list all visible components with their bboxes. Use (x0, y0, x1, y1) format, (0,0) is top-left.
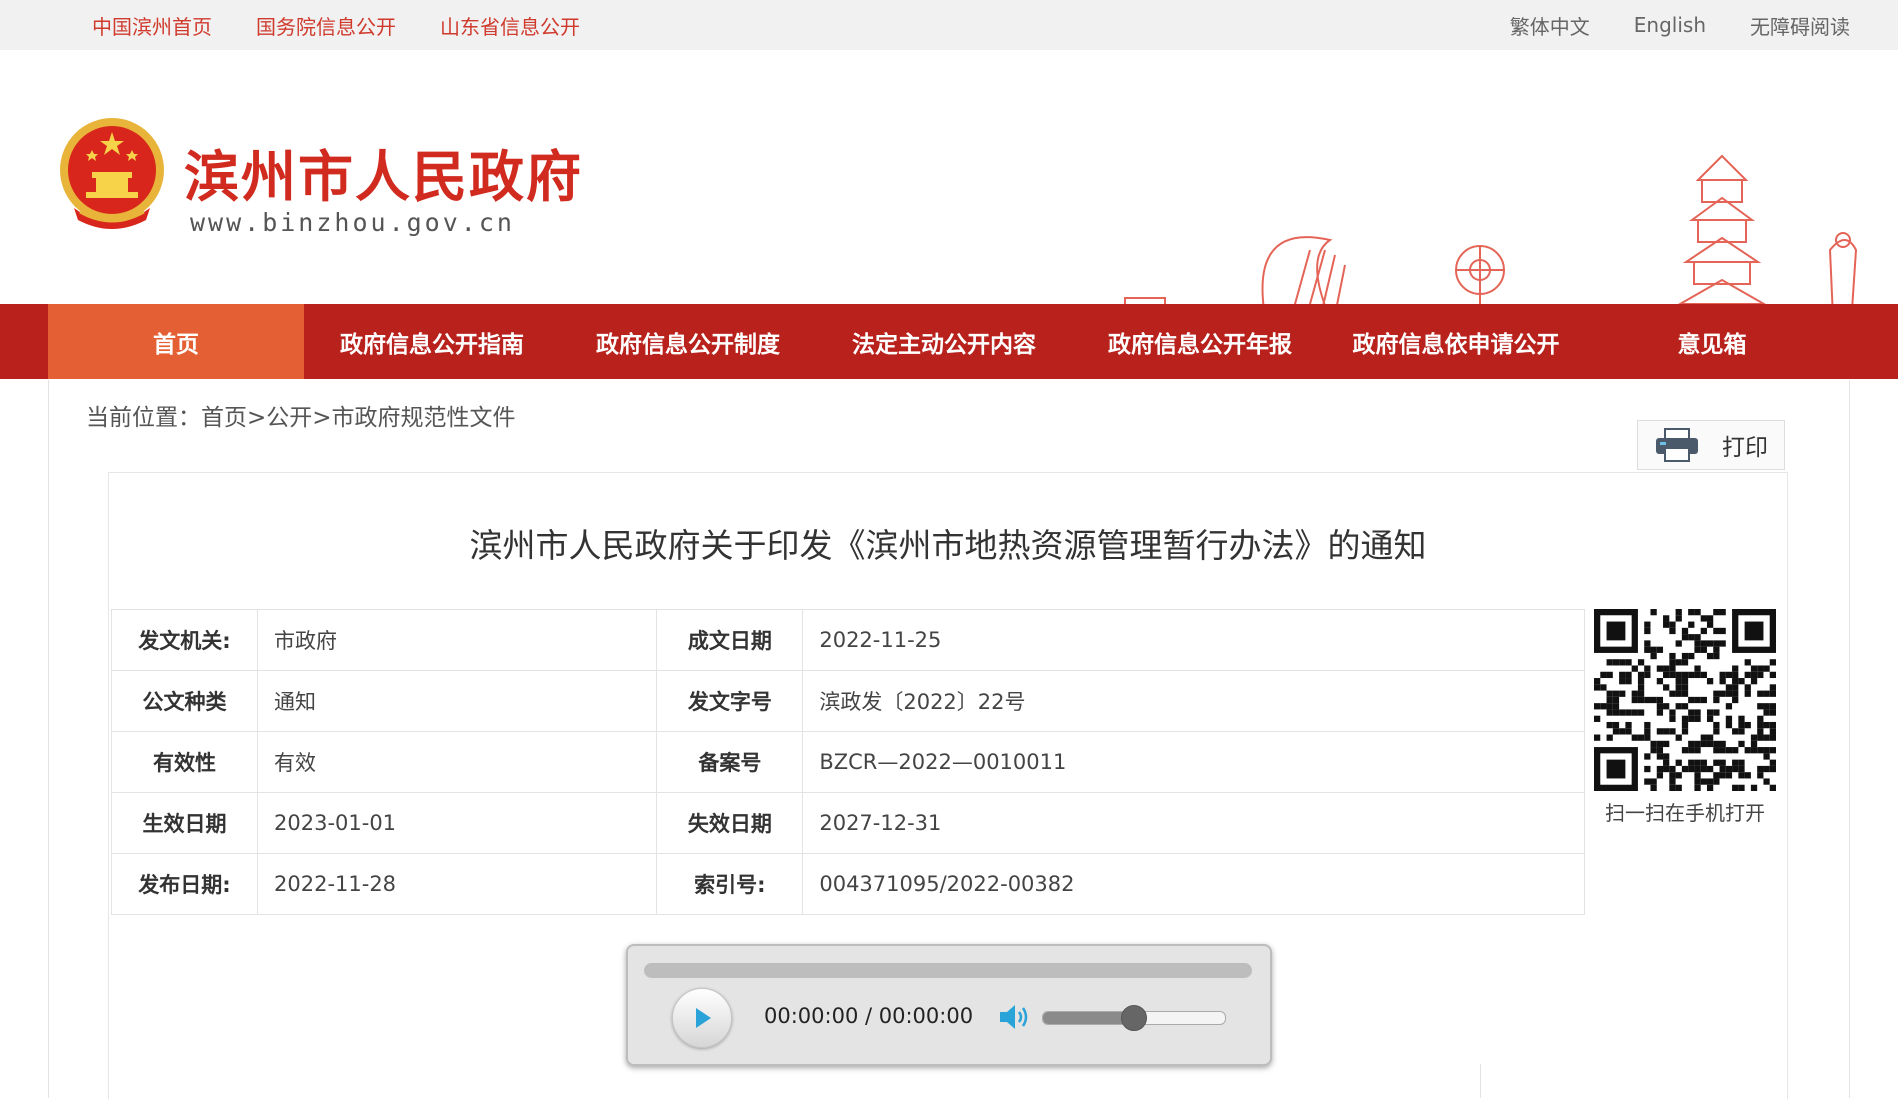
top-right-links: 繁体中文 English 无障碍阅读 (1510, 0, 1850, 50)
meta-label: 公文种类 (111, 670, 258, 732)
table-row: 生效日期 2023-01-01 失效日期 2027-12-31 (111, 792, 1585, 854)
table-row: 有效性 有效 备案号 BZCR—2022—0010011 (111, 731, 1585, 793)
volume-knob[interactable] (1121, 1005, 1147, 1031)
meta-label: 发布日期: (111, 853, 258, 915)
meta-value: 2022-11-25 (802, 609, 1585, 671)
site-header: 滨州市人民政府 www.binzhou.gov.cn (0, 50, 1898, 345)
meta-label: 索引号: (656, 853, 804, 915)
link-state-council-info[interactable]: 国务院信息公开 (256, 11, 396, 40)
meta-label: 成文日期 (656, 609, 804, 671)
qr-code-block: 扫一扫在手机打开 (1583, 609, 1787, 826)
breadcrumb: 当前位置：首页>公开>市政府规范性文件 (86, 405, 516, 431)
print-button[interactable]: 打印 (1637, 420, 1785, 470)
time-display: 00:00:00 / 00:00:00 (764, 1004, 974, 1028)
meta-label: 发文机关: (111, 609, 258, 671)
nav-item-application-disclosure[interactable]: 政府信息依申请公开 (1328, 304, 1584, 379)
meta-value: 滨政发〔2022〕22号 (802, 670, 1585, 732)
play-button[interactable] (672, 988, 732, 1048)
nav-item-home[interactable]: 首页 (48, 304, 304, 379)
audio-progress-track[interactable] (644, 963, 1252, 978)
table-row: 公文种类 通知 发文字号 滨政发〔2022〕22号 (111, 670, 1585, 732)
table-row: 发文机关: 市政府 成文日期 2022-11-25 (111, 609, 1585, 671)
nav-item-disclosure-guide[interactable]: 政府信息公开指南 (304, 304, 560, 379)
meta-value: BZCR—2022—0010011 (802, 731, 1585, 793)
meta-label: 有效性 (111, 731, 258, 793)
main-nav: 首页 政府信息公开指南 政府信息公开制度 法定主动公开内容 政府信息公开年报 政… (0, 304, 1898, 379)
meta-label: 失效日期 (656, 792, 804, 854)
meta-value: 市政府 (256, 609, 658, 671)
document-title: 滨州市人民政府关于印发《滨州市地热资源管理暂行办法》的通知 (469, 526, 1427, 565)
meta-label: 发文字号 (656, 670, 804, 732)
nav-item-disclosure-system[interactable]: 政府信息公开制度 (560, 304, 816, 379)
nav-item-annual-report[interactable]: 政府信息公开年报 (1072, 304, 1328, 379)
document-meta-table: 发文机关: 市政府 成文日期 2022-11-25 公文种类 通知 发文字号 滨… (111, 609, 1585, 915)
link-shandong-info[interactable]: 山东省信息公开 (440, 11, 580, 40)
link-accessibility[interactable]: 无障碍阅读 (1750, 11, 1850, 40)
site-url: www.binzhou.gov.cn (190, 208, 515, 237)
meta-value: 有效 (256, 731, 658, 793)
site-title: 滨州市人民政府 (184, 144, 584, 209)
meta-value: 2027-12-31 (802, 792, 1585, 854)
top-utility-bar: 中国滨州首页 国务院信息公开 山东省信息公开 繁体中文 English 无障碍阅… (0, 0, 1898, 51)
meta-value: 2022-11-28 (256, 853, 658, 915)
top-links: 中国滨州首页 国务院信息公开 山东省信息公开 (92, 0, 580, 50)
link-english[interactable]: English (1634, 13, 1706, 37)
meta-value: 通知 (256, 670, 658, 732)
qr-code-icon (1594, 609, 1776, 791)
nav-item-statutory-content[interactable]: 法定主动公开内容 (816, 304, 1072, 379)
print-label: 打印 (1722, 435, 1768, 461)
table-row: 发布日期: 2022-11-28 索引号: 004371095/2022-003… (111, 853, 1585, 915)
nav-item-feedback[interactable]: 意见箱 (1584, 304, 1840, 379)
speaker-icon[interactable] (998, 1002, 1032, 1032)
divider (1480, 1064, 1481, 1098)
audio-player: 00:00:00 / 00:00:00 (626, 944, 1272, 1066)
printer-icon (1656, 428, 1698, 462)
meta-label: 备案号 (656, 731, 804, 793)
qr-caption: 扫一扫在手机打开 (1605, 801, 1765, 825)
meta-label: 生效日期 (111, 792, 258, 854)
meta-value: 2023-01-01 (256, 792, 658, 854)
link-traditional-chinese[interactable]: 繁体中文 (1510, 11, 1590, 40)
meta-value: 004371095/2022-00382 (802, 853, 1585, 915)
link-china-binzhou-home[interactable]: 中国滨州首页 (92, 11, 212, 40)
play-icon (696, 1008, 711, 1028)
national-emblem-icon (60, 118, 164, 229)
